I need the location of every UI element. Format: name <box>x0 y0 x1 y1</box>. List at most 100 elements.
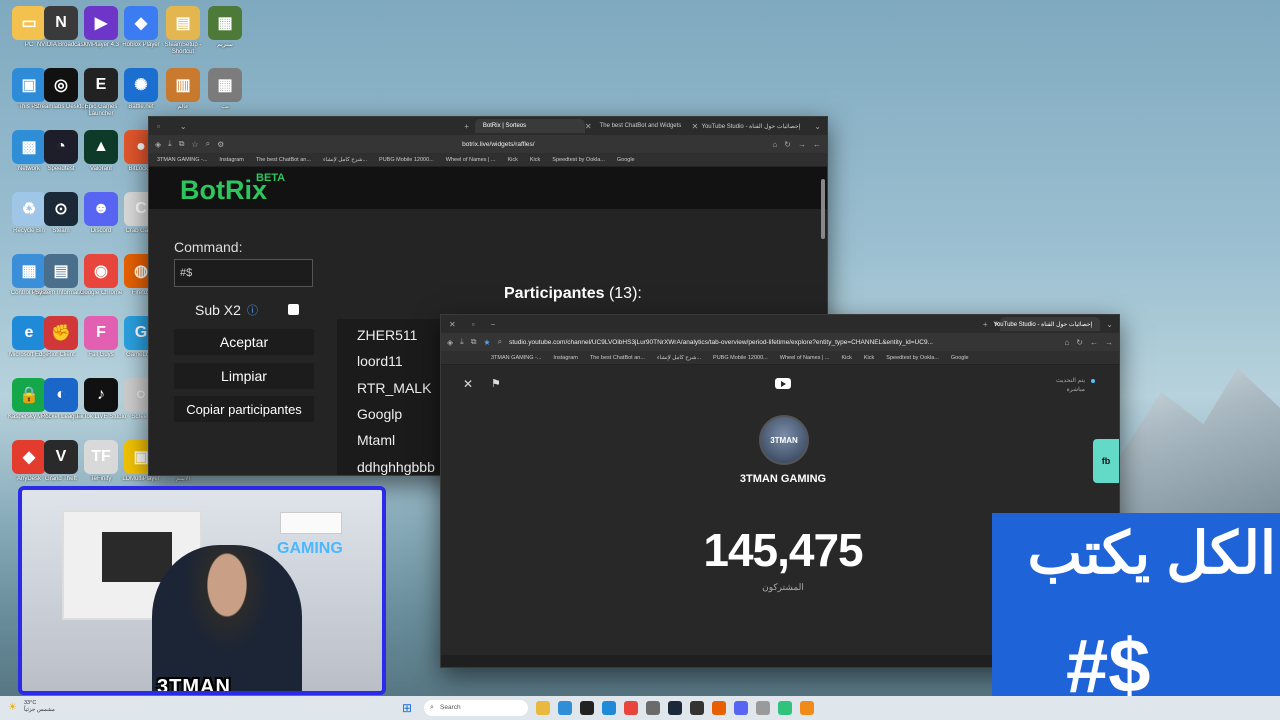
bookmark-item[interactable]: 3TMAN GAMING -... <box>157 157 207 163</box>
forward-icon[interactable]: → <box>798 140 806 149</box>
download-icon[interactable]: ⤓ <box>168 139 172 149</box>
taskbar-app-steam-icon[interactable] <box>668 701 682 715</box>
extensions-icon[interactable]: ◈ <box>447 338 453 347</box>
site-settings-icon[interactable]: ⚙ <box>217 140 224 149</box>
bookmark-item[interactable]: Kick <box>864 355 874 361</box>
weather-icon[interactable]: ☀ <box>8 702 17 713</box>
botrix-logo[interactable]: BotRix <box>180 175 267 206</box>
download-icon[interactable]: ⤓ <box>460 337 464 347</box>
extensions-icon[interactable]: ◈ <box>155 140 161 149</box>
taskbar-app-chrome-icon[interactable] <box>624 701 638 715</box>
window-menu-icon[interactable]: ✕ <box>449 320 456 329</box>
taskbar-app-browser-icon[interactable] <box>558 701 572 715</box>
browser-toolbar: ◈ ⤓ ⧉ ☆ ⌕ ⚙ botrix.live/widgets/raffles/… <box>149 135 827 153</box>
feedback-icon[interactable]: ⚑ <box>491 377 501 390</box>
tab-youtube-studio[interactable]: إحصائيات حول القناة - YouTube Studio <box>698 119 808 133</box>
tab-strip: ▫ ⌄ + BotRix | Sorteos ✕ The best ChatBo… <box>149 117 827 135</box>
bookmark-item[interactable]: Kick <box>530 157 540 163</box>
bookmark-item[interactable]: 3TMAN GAMING -... <box>491 355 541 361</box>
reload-icon[interactable]: ↻ <box>784 140 791 149</box>
minimize-icon[interactable]: − <box>491 320 496 329</box>
live-update-note: يتم التحديث مباشرة <box>1055 378 1085 393</box>
taskbar-app-github-icon[interactable] <box>580 701 594 715</box>
weather-widget[interactable]: 33°C مشمس جزئياً <box>24 700 55 714</box>
app-icon: ▤ <box>166 6 200 40</box>
close-icon[interactable]: ✕ <box>463 377 473 391</box>
tab-close-icon[interactable]: ✕ <box>585 122 592 131</box>
channel-name: 3TMAN GAMING <box>739 473 827 485</box>
beta-badge: BETA <box>256 172 286 184</box>
reload-icon[interactable]: ↻ <box>1076 338 1083 347</box>
tab-list-icon[interactable]: ⌄ <box>1106 320 1113 329</box>
scrollbar[interactable] <box>821 179 825 239</box>
tab-search-icon[interactable]: ⌄ <box>180 122 187 131</box>
copy-participants-button[interactable]: Copiar participantes <box>174 396 314 422</box>
home-icon[interactable]: ⌂ <box>772 140 777 149</box>
desktop-icon[interactable]: ▦ ستريم <box>196 4 254 64</box>
search-icon[interactable]: ⌕ <box>206 139 210 149</box>
bookmark-item[interactable]: PUBG Mobile 12000... <box>379 157 434 163</box>
restore-icon[interactable]: ▫ <box>472 320 475 329</box>
participant-item: RTR_MALK <box>357 379 432 396</box>
tab-close-icon[interactable]: ✕ <box>692 122 699 131</box>
command-input[interactable]: #$ <box>174 259 313 287</box>
new-tab-icon[interactable]: + <box>983 320 988 329</box>
forward-icon[interactable]: → <box>1105 338 1113 347</box>
share-icon[interactable]: ⧉ <box>471 337 477 347</box>
bookmark-star-icon[interactable]: ☆ <box>191 140 198 149</box>
app-icon: ✺ <box>124 68 158 102</box>
bookmark-item[interactable]: The best ChatBot an... <box>256 157 311 163</box>
wallpaper-mountain <box>1110 368 1280 520</box>
bookmark-item[interactable]: شرح كامل لإنشاء... <box>323 157 367 163</box>
bookmark-item[interactable]: Kick <box>508 157 518 163</box>
sub-x2-checkbox[interactable] <box>288 304 299 315</box>
tab-list-icon[interactable]: ⌄ <box>814 122 821 131</box>
browser-toolbar: ◈ ⤓ ⧉ ★ ⌕ studio.youtube.com/channel/UC9… <box>441 333 1119 351</box>
taskbar-app-streamlabs-icon[interactable] <box>778 701 792 715</box>
taskbar-app-extra-icon[interactable] <box>756 701 770 715</box>
taskbar-app-terminal-icon[interactable] <box>690 701 704 715</box>
bookmark-item[interactable]: شرح كامل لإنشاء... <box>657 355 701 361</box>
new-tab-icon[interactable]: + <box>464 122 469 131</box>
window-menu-icon[interactable]: ▫ <box>157 122 160 131</box>
bookmark-item[interactable]: Google <box>951 355 969 361</box>
back-icon[interactable]: ← <box>1090 338 1098 347</box>
participant-item: Googlp <box>357 405 403 422</box>
tab-botrix-sorteos[interactable]: BotRix | Sorteos <box>474 119 585 133</box>
back-icon[interactable]: ← <box>813 140 821 149</box>
bookmark-item[interactable]: Google <box>617 157 635 163</box>
clear-button[interactable]: Limpiar <box>174 363 314 389</box>
taskbar-app-edge-icon[interactable] <box>602 701 616 715</box>
bookmark-item[interactable]: Speedtest by Ookla... <box>552 157 605 163</box>
tab-youtube-studio[interactable]: إحصائيات حول القناة - YouTube Studio <box>994 317 1101 331</box>
address-bar[interactable]: studio.youtube.com/channel/UC9LVOibHS3jL… <box>509 339 1057 346</box>
taskbar-app-discord-icon[interactable] <box>734 701 748 715</box>
taskbar-app-firefox-icon[interactable] <box>712 701 726 715</box>
app-icon: ▦ <box>208 6 242 40</box>
bookmark-item[interactable]: Wheel of Names | ... <box>780 355 830 361</box>
bookmark-item[interactable]: Kick <box>842 355 852 361</box>
bookmark-star-icon[interactable]: ★ <box>483 338 490 347</box>
address-bar[interactable]: botrix.live/widgets/raffles/ <box>231 141 765 148</box>
bookmark-item[interactable]: The best ChatBot an... <box>590 355 645 361</box>
home-icon[interactable]: ⌂ <box>1064 338 1069 347</box>
bookmark-item[interactable]: Instagram <box>553 355 577 361</box>
info-icon[interactable]: ⓘ <box>247 302 258 318</box>
tab-chatbot-widgets[interactable]: The best ChatBot and Widgets <box>592 119 692 133</box>
start-button-icon[interactable]: ⊞ <box>402 702 414 714</box>
botrix-header: BotRix BETA <box>149 167 827 209</box>
extension-badge[interactable]: fb <box>1093 439 1119 483</box>
bookmark-item[interactable]: Wheel of Names | ... <box>446 157 496 163</box>
participant-item: Mtaml <box>357 432 396 449</box>
taskbar-app-vlc-icon[interactable] <box>800 701 814 715</box>
taskbar-app-file-explorer-icon[interactable] <box>536 701 550 715</box>
bookmark-item[interactable]: Instagram <box>219 157 243 163</box>
bookmark-item[interactable]: Speedtest by Ookla... <box>886 355 939 361</box>
taskbar-app-settings-icon[interactable] <box>646 701 660 715</box>
chat-instruction-overlay: الكل يكتب #$ <box>992 513 1280 720</box>
search-icon[interactable]: ⌕ <box>498 337 502 347</box>
taskbar-search[interactable]: ⌕ Search <box>424 700 528 716</box>
accept-button[interactable]: Aceptar <box>174 329 314 355</box>
bookmark-item[interactable]: PUBG Mobile 12000... <box>713 355 768 361</box>
share-icon[interactable]: ⧉ <box>179 139 185 149</box>
